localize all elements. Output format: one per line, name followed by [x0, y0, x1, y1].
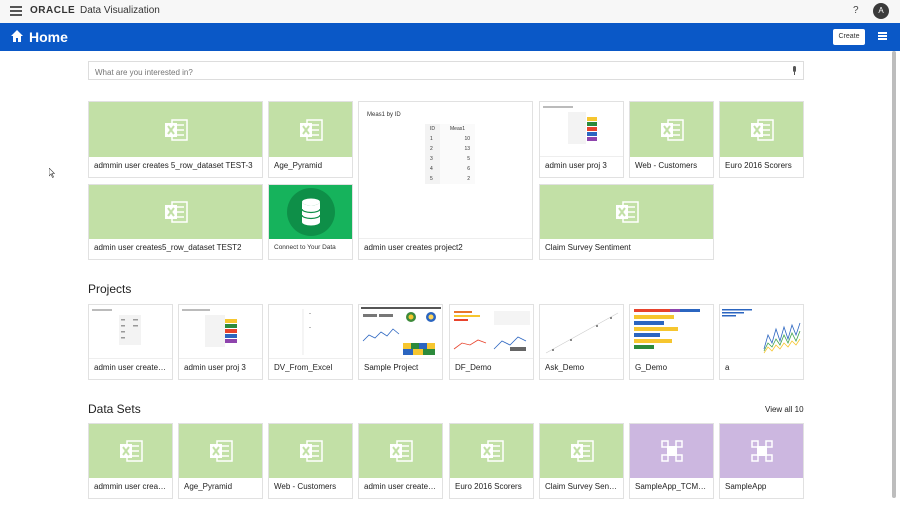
recent-item-label: Claim Survey Sentiment — [545, 243, 631, 252]
recent-item-label: admin user creates project2 — [364, 243, 463, 252]
database-icon — [287, 188, 335, 236]
microphone-icon[interactable] — [792, 66, 797, 75]
dataset-label: SampleApp_TCM… — [635, 482, 707, 491]
project-thumbnail — [302, 309, 311, 355]
excel-icon — [389, 440, 413, 462]
thumbnail-table: ID Meas1 1 10 2 13 35 46 52 — [425, 124, 476, 184]
dataset-label: Web - Customers — [274, 482, 337, 491]
project-thumbnail — [634, 309, 700, 349]
excel-icon — [119, 440, 143, 462]
recent-item-label: admin user creates5_row_dataset TEST2 — [94, 243, 242, 252]
project-thumbnail — [543, 106, 598, 144]
project-label: DV_From_Excel — [274, 363, 333, 372]
page-header: Home Create — [0, 23, 900, 51]
excel-icon — [660, 118, 684, 141]
excel-icon — [480, 440, 504, 462]
subject-area-icon — [660, 440, 683, 462]
project-card[interactable]: DV_From_Excel — [268, 304, 353, 380]
dataset-label: Age_Pyramid — [184, 482, 233, 491]
dataset-card[interactable]: Web - Customers — [268, 423, 353, 499]
recent-item-label: admmin user creates 5_row_dataset TEST-3 — [94, 161, 253, 170]
excel-icon — [299, 440, 323, 462]
mouse-cursor-icon — [49, 168, 55, 178]
subject-area-icon — [750, 440, 773, 462]
project-thumbnail — [182, 309, 237, 347]
top-bar: ORACLE Data Visualization ? A — [0, 0, 900, 23]
app-title: Data Visualization — [80, 5, 160, 16]
project-card[interactable]: G_Demo — [629, 304, 714, 380]
page-menu-icon[interactable] — [878, 32, 887, 41]
dataset-card[interactable]: SampleApp_TCM… — [629, 423, 714, 499]
excel-icon — [615, 201, 639, 223]
excel-icon — [299, 118, 323, 141]
excel-icon — [209, 440, 233, 462]
help-icon[interactable]: ? — [853, 5, 859, 16]
home-icon[interactable] — [10, 29, 24, 43]
recent-item[interactable]: admin user creates5_row_dataset TEST2 — [88, 184, 263, 260]
project-card[interactable]: Sample Project — [358, 304, 443, 380]
recent-item[interactable]: admin user proj 3 — [539, 101, 624, 178]
project-thumbnail — [453, 311, 530, 351]
excel-icon — [570, 440, 594, 462]
view-all-link[interactable]: View all 10 — [765, 405, 804, 414]
recent-item[interactable]: Age_Pyramid — [268, 101, 353, 178]
page-title: Home — [29, 29, 68, 45]
vertical-scrollbar[interactable] — [892, 51, 896, 498]
project-label: admin user create… — [94, 363, 167, 372]
project-thumbnail — [545, 312, 619, 354]
project-label: DF_Demo — [455, 363, 492, 372]
dataset-card[interactable]: admmin user crea… — [88, 423, 173, 499]
recent-item-label: Age_Pyramid — [274, 161, 323, 170]
project-label: Sample Project — [364, 363, 419, 372]
dataset-label: admin user create… — [364, 482, 437, 491]
thumbnail-chart-title: Meas1 by ID — [367, 112, 401, 118]
recent-item-label: admin user proj 3 — [545, 161, 607, 170]
dataset-label: Claim Survey Sen… — [545, 482, 618, 491]
project-card[interactable]: Ask_Demo — [539, 304, 624, 380]
create-button[interactable]: Create — [833, 29, 865, 45]
recent-item[interactable]: Claim Survey Sentiment — [539, 184, 714, 260]
avatar[interactable]: A — [873, 3, 889, 19]
connect-data-tile[interactable]: Connect to Your Data — [268, 184, 353, 260]
recent-item[interactable]: Web - Customers — [629, 101, 714, 178]
projects-heading: Projects — [88, 282, 132, 296]
recent-item-label: Web - Customers — [635, 161, 698, 170]
project-label: Ask_Demo — [545, 363, 585, 372]
search-input[interactable] — [89, 64, 769, 81]
search-bar — [88, 61, 804, 81]
project-card[interactable]: DF_Demo — [449, 304, 534, 380]
dataset-card[interactable]: Euro 2016 Scorers — [449, 423, 534, 499]
project-thumbnail — [92, 309, 141, 345]
dataset-card[interactable]: SampleApp — [719, 423, 804, 499]
project-card[interactable]: admin user create… — [88, 304, 173, 380]
project-card[interactable]: a — [719, 304, 804, 380]
recent-item-label: Euro 2016 Scorers — [725, 161, 792, 170]
excel-icon — [164, 201, 188, 223]
project-thumbnail — [722, 309, 801, 354]
dataset-card[interactable]: Age_Pyramid — [178, 423, 263, 499]
project-label: admin user proj 3 — [184, 363, 246, 372]
hamburger-menu-icon[interactable] — [10, 6, 22, 16]
oracle-logo: ORACLE — [30, 5, 76, 16]
datasets-heading: Data Sets — [88, 402, 141, 416]
recent-item[interactable]: admmin user creates 5_row_dataset TEST-3 — [88, 101, 263, 178]
project-card[interactable]: admin user proj 3 — [178, 304, 263, 380]
dataset-label: SampleApp — [725, 482, 767, 491]
recent-item[interactable]: Euro 2016 Scorers — [719, 101, 804, 178]
project-label: G_Demo — [635, 363, 668, 372]
dataset-label: admmin user crea… — [94, 482, 167, 491]
excel-icon — [164, 118, 188, 141]
project-label: a — [725, 363, 730, 372]
project-thumbnail — [361, 307, 441, 355]
connect-data-label: Connect to Your Data — [274, 244, 336, 251]
excel-icon — [750, 118, 774, 141]
dataset-card[interactable]: admin user create… — [358, 423, 443, 499]
recent-item[interactable]: Meas1 by ID ID Meas1 1 10 2 13 35 46 52 adm… — [358, 101, 533, 260]
dataset-card[interactable]: Claim Survey Sen… — [539, 423, 624, 499]
dataset-label: Euro 2016 Scorers — [455, 482, 522, 491]
